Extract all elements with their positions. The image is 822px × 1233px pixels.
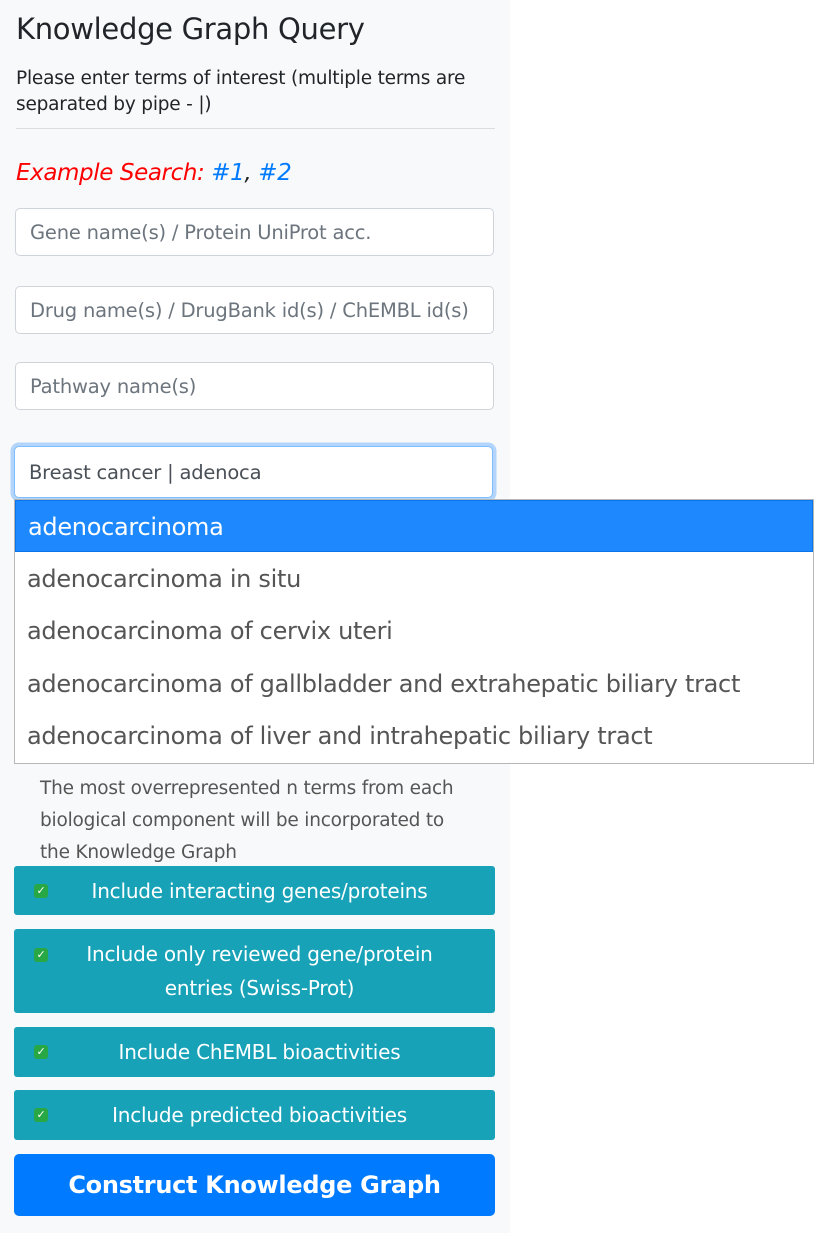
toggle-interacting-genes[interactable]: ✓ Include interacting genes/proteins (14, 866, 495, 915)
autocomplete-dropdown: adenocarcinoma adenocarcinoma in situ ad… (14, 499, 814, 764)
divider (16, 128, 495, 129)
check-icon[interactable]: ✓ (34, 1045, 48, 1059)
toggle-label: Include only reviewed gene/protein entri… (86, 942, 433, 1000)
drug-input[interactable] (15, 286, 494, 334)
toggle-chembl-bioactivities[interactable]: ✓ Include ChEMBL bioactivities (14, 1027, 495, 1077)
autocomplete-option[interactable]: adenocarcinoma in situ (15, 553, 813, 605)
toggle-reviewed-entries[interactable]: ✓ Include only reviewed gene/protein ent… (14, 929, 495, 1013)
example-link-2[interactable]: #2 (258, 160, 292, 186)
gene-input[interactable] (15, 208, 494, 256)
pathway-input[interactable] (15, 362, 494, 410)
example-label: Example Search: (16, 160, 205, 186)
example-separator: , (244, 160, 252, 186)
toggle-predicted-bioactivities[interactable]: ✓ Include predicted bioactivities (14, 1090, 495, 1140)
check-icon[interactable]: ✓ (34, 948, 48, 962)
construct-knowledge-graph-button[interactable]: Construct Knowledge Graph (14, 1154, 495, 1216)
toggle-label: Include ChEMBL bioactivities (118, 1040, 401, 1064)
autocomplete-option[interactable]: adenocarcinoma of liver and intrahepatic… (15, 710, 813, 762)
instructions-text: Please enter terms of interest (multiple… (16, 68, 466, 115)
check-icon[interactable]: ✓ (34, 883, 48, 898)
autocomplete-option[interactable]: adenocarcinoma of gallbladder and extrah… (15, 658, 813, 710)
overrepresented-note: The most overrepresented n terms from ea… (40, 778, 454, 863)
autocomplete-option[interactable]: adenocarcinoma of cervix uteri (15, 605, 813, 657)
autocomplete-option[interactable]: adenocarcinoma (15, 500, 813, 552)
page-title: Knowledge Graph Query (16, 12, 365, 46)
toggle-label: Include predicted bioactivities (112, 1103, 407, 1127)
example-link-1[interactable]: #1 (211, 160, 245, 186)
check-icon[interactable]: ✓ (34, 1108, 48, 1122)
toggle-label: Include interacting genes/proteins (91, 878, 428, 903)
example-search: Example Search: #1, #2 (16, 160, 292, 186)
disease-input[interactable] (14, 446, 493, 498)
